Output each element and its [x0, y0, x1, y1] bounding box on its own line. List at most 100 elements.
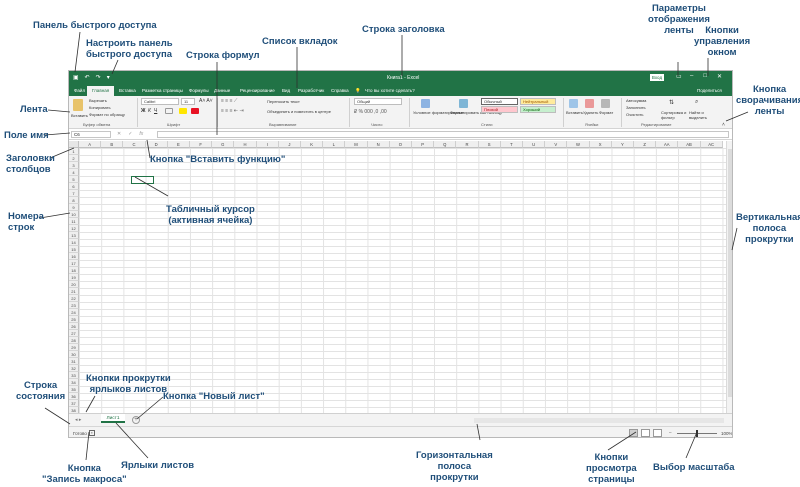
row-header[interactable]: 34: [69, 379, 79, 386]
row-header[interactable]: 10: [69, 211, 79, 218]
cut-button[interactable]: Вырезать: [89, 98, 107, 103]
zoom-level[interactable]: 100%: [721, 431, 732, 436]
column-header[interactable]: C: [123, 141, 146, 148]
fill-button[interactable]: Заполнить: [626, 105, 646, 110]
vertical-scroll-thumb[interactable]: [728, 149, 732, 397]
row-header[interactable]: 3: [69, 162, 79, 169]
minimize-icon[interactable]: –: [690, 73, 693, 80]
record-macro-icon[interactable]: ▪: [89, 430, 95, 436]
row-header[interactable]: 7: [69, 190, 79, 197]
row-header[interactable]: 6: [69, 183, 79, 190]
tab-data[interactable]: Данные: [214, 88, 230, 93]
undo-icon[interactable]: ↶: [85, 74, 90, 81]
column-header[interactable]: Z: [634, 141, 657, 148]
copy-button[interactable]: Копировать: [89, 105, 111, 110]
insert-function-icon[interactable]: fx: [139, 131, 143, 137]
format-cells-button[interactable]: Формат: [599, 110, 613, 115]
delete-cells-icon[interactable]: [585, 99, 594, 108]
column-header[interactable]: H: [234, 141, 257, 148]
row-header[interactable]: 18: [69, 267, 79, 274]
row-header[interactable]: 27: [69, 330, 79, 337]
cells-area[interactable]: [79, 148, 726, 413]
row-header[interactable]: 32: [69, 365, 79, 372]
column-header[interactable]: P: [412, 141, 435, 148]
column-header[interactable]: Q: [434, 141, 457, 148]
row-header[interactable]: 11: [69, 218, 79, 225]
ribbon-display-options-icon[interactable]: ▭: [676, 73, 682, 80]
font-color-icon[interactable]: [191, 108, 199, 114]
tab-view[interactable]: Вид: [282, 88, 290, 93]
active-cell-cursor[interactable]: [131, 176, 154, 184]
column-header[interactable]: M: [345, 141, 368, 148]
row-header[interactable]: 15: [69, 246, 79, 253]
column-header[interactable]: F: [190, 141, 213, 148]
insert-cells-button[interactable]: Вставить: [566, 110, 583, 115]
tab-formulas[interactable]: Формулы: [189, 88, 209, 93]
column-header[interactable]: B: [101, 141, 124, 148]
column-header[interactable]: S: [478, 141, 501, 148]
row-header[interactable]: 31: [69, 358, 79, 365]
sheet-tab[interactable]: Лист1: [101, 414, 125, 423]
conditional-formatting-icon[interactable]: [421, 99, 430, 108]
column-header[interactable]: A: [79, 141, 102, 148]
row-header[interactable]: 33: [69, 372, 79, 379]
borders-icon[interactable]: [165, 108, 173, 114]
row-header[interactable]: 16: [69, 253, 79, 260]
row-header[interactable]: 24: [69, 309, 79, 316]
row-header[interactable]: 8: [69, 197, 79, 204]
row-header[interactable]: 36: [69, 393, 79, 400]
row-header[interactable]: 14: [69, 239, 79, 246]
row-header[interactable]: 25: [69, 316, 79, 323]
zoom-out-icon[interactable]: –: [669, 430, 672, 435]
column-header[interactable]: T: [500, 141, 523, 148]
underline-icon[interactable]: Ч: [154, 108, 157, 114]
column-header[interactable]: K: [301, 141, 324, 148]
row-header[interactable]: 35: [69, 386, 79, 393]
tab-help[interactable]: Справка: [331, 88, 349, 93]
formula-input[interactable]: [157, 131, 729, 138]
tab-review[interactable]: Рецензирование: [240, 88, 275, 93]
row-header[interactable]: 4: [69, 169, 79, 176]
row-header[interactable]: 13: [69, 232, 79, 239]
style-normal[interactable]: Обычный: [481, 98, 518, 105]
row-header[interactable]: 23: [69, 302, 79, 309]
column-header[interactable]: AA: [656, 141, 679, 148]
name-box[interactable]: C6: [71, 131, 111, 138]
paste-button-label[interactable]: Вставить: [71, 113, 88, 118]
row-header[interactable]: 30: [69, 351, 79, 358]
column-header[interactable]: X: [589, 141, 612, 148]
new-sheet-icon[interactable]: +: [132, 416, 140, 424]
column-header[interactable]: D: [145, 141, 168, 148]
column-header[interactable]: L: [323, 141, 346, 148]
align-top-icon[interactable]: ≡ ≡ ≡ ⟋: [221, 98, 237, 104]
share-button[interactable]: Поделиться: [697, 88, 722, 93]
row-header[interactable]: 5: [69, 176, 79, 183]
autosum-button[interactable]: Автосумма: [626, 98, 646, 103]
find-select-button[interactable]: Найти и выделить: [689, 110, 719, 120]
tab-home[interactable]: Главная: [87, 86, 115, 96]
row-header[interactable]: 17: [69, 260, 79, 267]
enter-icon[interactable]: ✓: [128, 131, 132, 137]
row-header[interactable]: 20: [69, 281, 79, 288]
row-header[interactable]: 37: [69, 400, 79, 407]
merge-center-button[interactable]: Объединить и поместить в центре: [267, 109, 331, 114]
wrap-text-button[interactable]: Переносить текст: [267, 99, 300, 104]
tab-insert[interactable]: Вставка: [119, 88, 136, 93]
sheet-scroll-buttons[interactable]: ◂ ▸: [75, 417, 81, 423]
font-name-select[interactable]: Calibri: [141, 98, 179, 105]
row-header[interactable]: 1: [69, 148, 79, 155]
column-header[interactable]: V: [545, 141, 568, 148]
row-header[interactable]: 26: [69, 323, 79, 330]
number-format-select[interactable]: Общий: [354, 98, 402, 105]
sort-filter-icon[interactable]: ⇅: [669, 99, 674, 106]
insert-cells-icon[interactable]: [569, 99, 578, 108]
row-header[interactable]: 9: [69, 204, 79, 211]
redo-icon[interactable]: ↷: [96, 74, 101, 81]
tab-developer[interactable]: Разработчик: [298, 88, 324, 93]
column-header[interactable]: AC: [700, 141, 723, 148]
column-header[interactable]: W: [567, 141, 590, 148]
column-header[interactable]: O: [389, 141, 412, 148]
column-header[interactable]: G: [212, 141, 235, 148]
normal-view-icon[interactable]: [629, 429, 638, 437]
page-break-view-icon[interactable]: [653, 429, 662, 437]
